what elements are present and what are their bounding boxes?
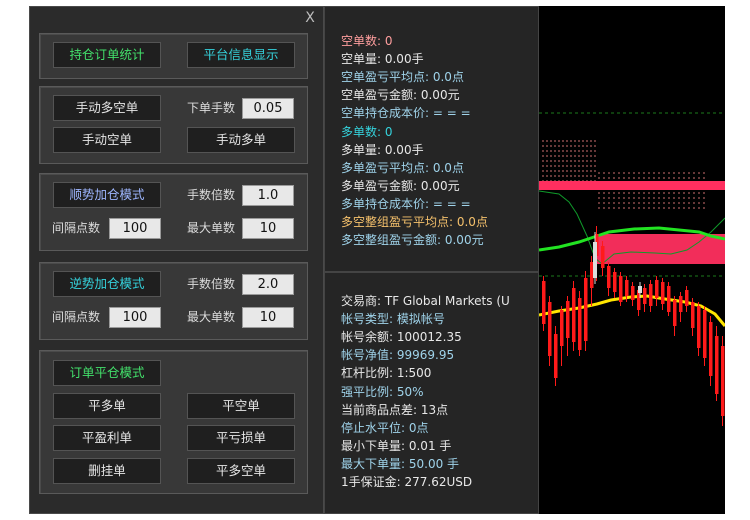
stat-line-0: 空单数: 0 [341, 34, 393, 48]
close-profit-button[interactable]: 平盈利单 [53, 425, 161, 451]
group-trend-add: 顺势加仓模式 手数倍数 间隔点数 最大单数 [39, 173, 308, 251]
candle [703, 310, 707, 358]
multiplier-label: 手数倍数 [187, 188, 236, 202]
info-line-9: 最大下单量: 50.00 手 [341, 456, 460, 471]
info-line-0: 交易商: TF Global Markets (U [341, 294, 510, 308]
control-panel: X 持仓订单统计 平台信息显示 手动多空单 下单手数 手动空单 手动多单 顺势加… [29, 6, 324, 514]
stat-line-8: 多单盈亏金额: 0.00元 [341, 178, 460, 193]
max-orders-label: 最大单数 [187, 221, 236, 235]
positions-stats-button[interactable]: 持仓订单统计 [53, 42, 161, 68]
close-loss-button[interactable]: 平亏损单 [187, 425, 295, 451]
candle [649, 284, 653, 306]
stat-line-2: 空单盈亏平均点: 0.0点 [341, 70, 464, 85]
lot-size-input[interactable] [242, 98, 294, 119]
stat-line-11: 多空整组盈亏金额: 0.00元 [341, 233, 484, 248]
close-icon[interactable]: X [302, 9, 318, 27]
info-line-1: 帐号类型: 模拟帐号 [341, 312, 445, 327]
stat-line-9: 多单持仓成本价: = = = [341, 196, 471, 211]
max-orders-input[interactable] [242, 218, 294, 239]
group-counter-add: 逆势加仓模式 手数倍数 间隔点数 最大单数 [39, 262, 308, 340]
info-line-5: 强平比例: 50% [341, 384, 424, 399]
info-line-10: 1手保证金: 277.62USD [341, 475, 473, 489]
close-mode-button[interactable]: 订单平仓模式 [53, 360, 161, 386]
interval-input[interactable] [109, 218, 161, 239]
candle [709, 322, 713, 376]
platform-info-panel: 交易商: TF Global Markets (U 帐号类型: 模拟帐号帐号余额:… [324, 272, 539, 514]
manual-long-short-button[interactable]: 手动多空单 [53, 95, 161, 121]
price-chart[interactable] [539, 6, 725, 514]
interval-label: 间隔点数 [52, 221, 101, 235]
candle [601, 246, 605, 268]
candle [560, 310, 564, 346]
info-line-6: 当前商品点差: 13点 [341, 402, 449, 417]
close-long-button[interactable]: 平多单 [53, 393, 161, 419]
candle [607, 266, 611, 288]
stat-line-4: 空单持仓成本价: = = = [341, 106, 471, 121]
candle [542, 281, 546, 324]
max-orders-label: 最大单数 [187, 310, 236, 324]
stat-line-10: 多空整组盈亏平均点: 0.0点 [341, 215, 488, 229]
info-line-2: 帐号余额: 100012.35 [341, 330, 462, 345]
counter-add-mode-button[interactable]: 逆势加仓模式 [53, 271, 161, 297]
candle [548, 302, 552, 356]
multiplier-label: 手数倍数 [187, 277, 236, 291]
candle [661, 282, 665, 304]
candle [673, 300, 677, 326]
candle [715, 336, 719, 394]
interval-label: 间隔点数 [52, 310, 101, 324]
platform-info-button[interactable]: 平台信息显示 [187, 42, 295, 68]
candle [572, 288, 576, 342]
stat-line-5: 多单数: 0 [341, 124, 393, 139]
candle [697, 306, 701, 348]
stat-line-3: 空单盈亏金额: 0.00元 [341, 88, 460, 103]
candle [578, 298, 582, 350]
candle [554, 334, 558, 378]
candle [643, 288, 647, 304]
close-short-button[interactable]: 平空单 [187, 393, 295, 419]
candle [721, 346, 725, 416]
candle [685, 290, 689, 306]
manual-long-button[interactable]: 手动多单 [187, 127, 295, 153]
info-line-7: 停止水平位: 0点 [341, 420, 429, 435]
max-orders-input[interactable] [242, 307, 294, 328]
close-long-short-button[interactable]: 平多空单 [187, 458, 295, 484]
group-close: 订单平仓模式 平多单 平空单 平盈利单 平亏损单 删挂单 平多空单 [39, 350, 308, 494]
candle [625, 280, 629, 296]
trend-add-mode-button[interactable]: 顺势加仓模式 [53, 182, 161, 208]
candle [613, 272, 617, 292]
stat-line-6: 多单量: 0.00手 [341, 142, 424, 157]
info-line-8: 最小下单量: 0.01 手 [341, 438, 452, 453]
supply-zone [597, 234, 725, 264]
candle [566, 301, 570, 338]
stat-line-7: 多单盈亏平均点: 0.0点 [341, 160, 464, 175]
stat-line-1: 空单量: 0.00手 [341, 52, 424, 67]
info-line-4: 杠杆比例: 1:500 [341, 366, 432, 381]
candle [619, 276, 623, 302]
group-manual: 手动多空单 下单手数 手动空单 手动多单 [39, 86, 308, 164]
candle [691, 302, 695, 328]
resistance-zone [539, 181, 725, 190]
candle [584, 278, 588, 341]
multiplier-input[interactable] [242, 185, 294, 206]
group-display: 持仓订单统计 平台信息显示 [39, 33, 308, 79]
delete-pending-button[interactable]: 删挂单 [53, 458, 161, 484]
multiplier-input[interactable] [242, 274, 294, 295]
chart-canvas [539, 112, 725, 426]
candle [590, 262, 594, 288]
candle [655, 280, 659, 298]
candle [631, 286, 635, 300]
candle [667, 286, 671, 312]
info-line-3: 帐号净值: 99969.95 [341, 348, 455, 363]
candle [679, 296, 683, 312]
position-stats-panel: 空单数: 0 空单量: 0.00手空单盈亏平均点: 0.0点 空单盈亏金额: 0.0… [324, 6, 539, 272]
lot-size-label: 下单手数 [187, 101, 236, 115]
interval-input[interactable] [109, 307, 161, 328]
manual-short-button[interactable]: 手动空单 [53, 127, 161, 153]
